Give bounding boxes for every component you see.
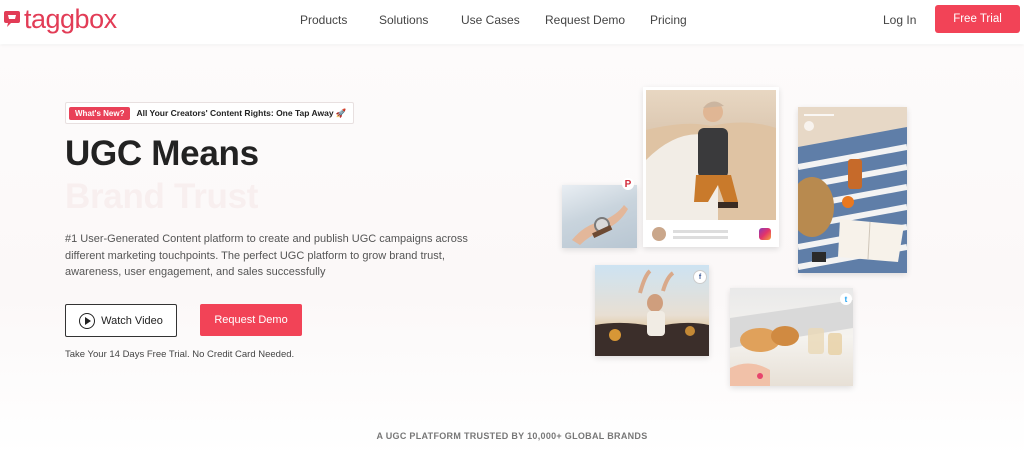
concert-photo [595,265,709,356]
whats-new-badge: What's New? [69,106,131,120]
nav-pricing[interactable]: Pricing [650,13,687,27]
request-demo-button[interactable]: Request Demo [200,304,302,336]
play-icon [79,312,96,329]
announcement-text: All Your Creators' Content Rights: One T… [136,107,347,118]
hero-description: #1 User-Generated Content platform to cr… [65,233,468,278]
ugc-card-food: t [730,288,853,386]
free-trial-button[interactable]: Free Trial [935,5,1020,33]
ugc-card-watch: P [562,178,637,248]
ugc-card-main [643,87,779,247]
ugc-card-concert: f [595,265,709,356]
hero-title-faded: Brand Trust [65,177,259,216]
man-photo [646,90,776,220]
twitter-icon: t [840,293,852,305]
trusted-brands-heading: A UGC PLATFORM TRUSTED BY 10,000+ GLOBAL… [376,431,648,441]
announcement-pill[interactable]: What's New? All Your Creators' Content R… [65,102,354,124]
caption-line [673,236,728,239]
trial-note: Take Your 14 Days Free Trial. No Credit … [65,349,295,360]
logo[interactable]: taggbox [2,4,117,34]
watch-photo [562,185,637,248]
logo-icon [2,9,22,29]
nav-solutions[interactable]: Solutions [379,13,428,27]
watch-video-label: Watch Video [101,314,163,327]
nav-use-cases[interactable]: Use Cases [461,13,520,27]
login-link[interactable]: Log In [883,13,916,27]
nav-request-demo[interactable]: Request Demo [545,13,625,27]
instagram-icon [759,228,771,240]
pinterest-icon: P [622,178,634,190]
picnic-photo [798,107,907,273]
hero-title: UGC Means [65,134,259,173]
site-header: taggbox Products Solutions Use Cases Req… [0,0,1024,44]
watch-video-button[interactable]: Watch Video [65,304,177,337]
ugc-card-picnic [798,107,907,273]
logo-text: taggbox [24,4,117,34]
caption-line [673,230,728,233]
avatar [652,227,666,241]
food-photo [730,288,853,386]
nav-products[interactable]: Products [300,13,347,27]
facebook-icon: f [693,270,707,284]
